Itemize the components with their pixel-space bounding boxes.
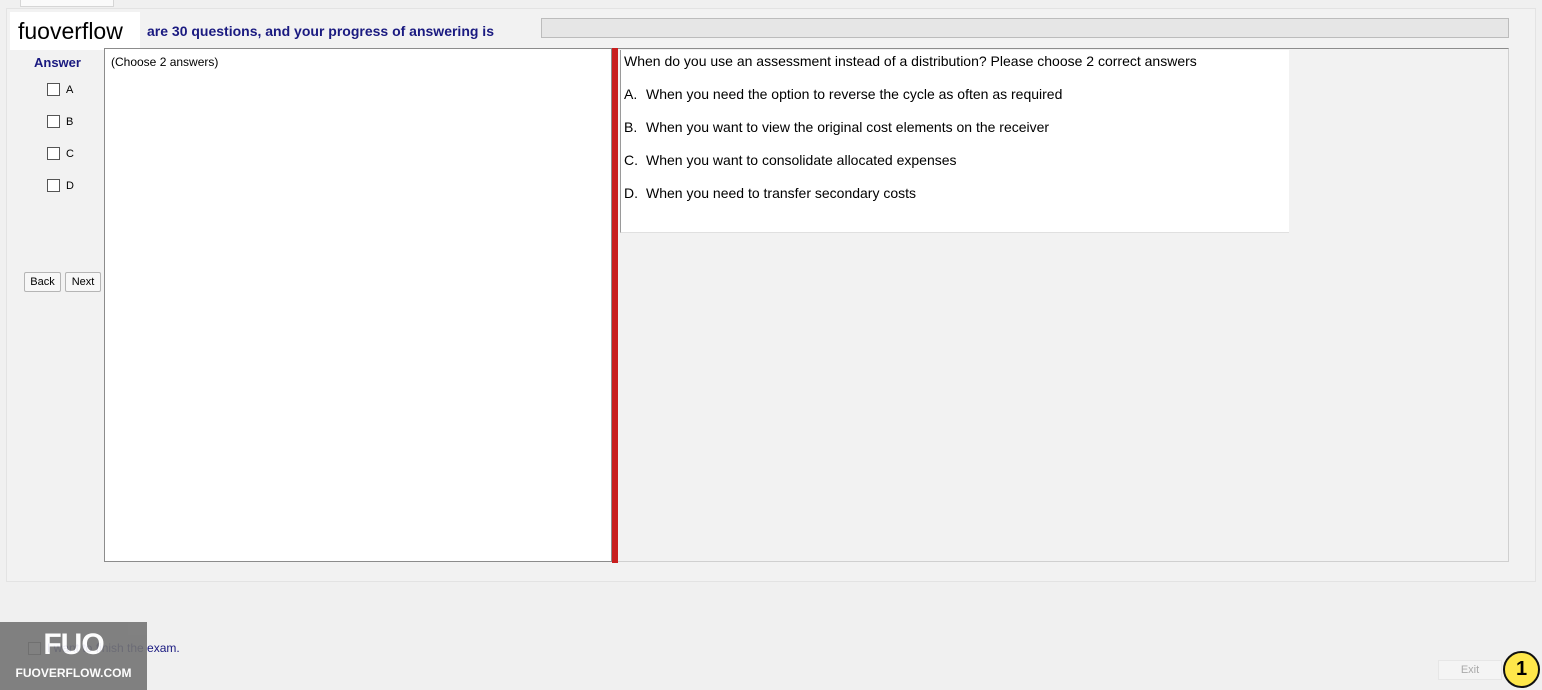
exit-button[interactable]: Exit xyxy=(1438,660,1502,680)
question-stem: When do you use an assessment instead of… xyxy=(624,53,1197,69)
step-badge: 1 xyxy=(1503,651,1540,688)
answer-option-b[interactable]: B xyxy=(47,115,73,128)
watermark-site: FUOVERFLOW.COM xyxy=(15,666,132,680)
checkbox-b[interactable] xyxy=(47,115,60,128)
top-tab xyxy=(20,0,114,7)
question-choice-d: D. When you need to transfer secondary co… xyxy=(624,185,916,201)
progress-text: are 30 questions, and your progress of a… xyxy=(147,23,494,39)
answer-heading: Answer xyxy=(34,55,81,70)
choice-text: When you need the option to reverse the … xyxy=(646,86,1063,102)
question-choice-b: B. When you want to view the original cos… xyxy=(624,119,1049,135)
question-choice-c: C. When you want to consolidate allocated… xyxy=(624,152,957,168)
answer-option-d[interactable]: D xyxy=(47,179,74,192)
answer-option-a[interactable]: A xyxy=(47,83,73,96)
choice-letter: C. xyxy=(624,152,638,168)
next-button[interactable]: Next xyxy=(65,272,101,292)
answer-notes-pane: (Choose 2 answers) xyxy=(104,48,612,562)
question-choice-a: A. When you need the option to reverse th… xyxy=(624,86,1062,102)
answer-option-a-label: A xyxy=(66,83,74,96)
choice-letter: B. xyxy=(624,119,638,135)
answer-option-c-label: C xyxy=(66,147,74,160)
choice-letter: A. xyxy=(624,86,638,102)
checkbox-a[interactable] xyxy=(47,83,60,96)
answer-option-b-label: B xyxy=(66,115,74,128)
choice-text: When you need to transfer secondary cost… xyxy=(646,185,917,201)
question-pane: When do you use an assessment instead of… xyxy=(618,48,1509,562)
back-button[interactable]: Back xyxy=(24,272,61,292)
question-box: When do you use an assessment instead of… xyxy=(620,50,1289,233)
watermark-logo: FUO xyxy=(43,628,104,661)
checkbox-c[interactable] xyxy=(47,147,60,160)
choice-text: When you want to view the original cost … xyxy=(646,119,1050,135)
brand-label: fuoverflow xyxy=(10,12,140,50)
choose-note: (Choose 2 answers) xyxy=(111,55,219,69)
choice-text: When you want to consolidate allocated e… xyxy=(646,152,957,168)
checkbox-d[interactable] xyxy=(47,179,60,192)
choice-letter: D. xyxy=(624,185,638,201)
fuoverflow-watermark: FUO FUOVERFLOW.COM xyxy=(0,622,147,690)
answer-option-c[interactable]: C xyxy=(47,147,74,160)
progress-bar xyxy=(541,18,1509,38)
answer-option-d-label: D xyxy=(66,179,74,192)
